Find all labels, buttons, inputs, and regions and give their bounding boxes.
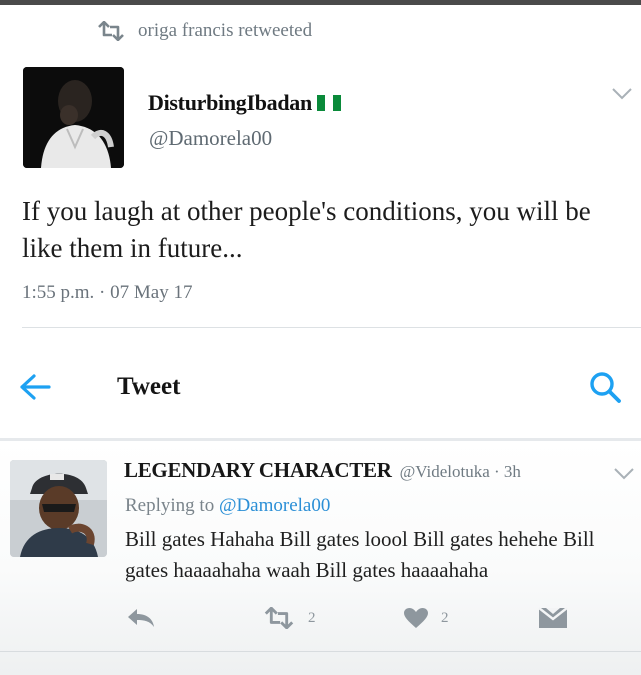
nigeria-flag-icon xyxy=(316,95,341,111)
page-title: Tweet xyxy=(117,373,181,400)
replying-to: Replying to @Damorela00 xyxy=(125,495,331,516)
tweet-author-handle[interactable]: @Damorela00 xyxy=(149,126,272,151)
avatar-photo xyxy=(23,67,124,168)
chevron-down-icon[interactable] xyxy=(611,86,633,102)
chevron-down-icon[interactable] xyxy=(613,466,635,482)
reply-icon xyxy=(128,609,154,627)
retweet-label: origa francis retweeted xyxy=(138,20,313,41)
tweet-author-name[interactable]: DisturbingIbadan xyxy=(148,90,341,116)
avatar-photo xyxy=(10,460,107,557)
retweet-button[interactable]: 2 xyxy=(262,607,316,629)
reply-button[interactable] xyxy=(126,607,156,629)
like-button[interactable]: 2 xyxy=(403,607,449,629)
status-bar xyxy=(0,0,641,5)
reply-header: LEGENDARY CHARACTER @Videlotuka · 3h xyxy=(124,458,521,483)
tweet-actions: 2 2 xyxy=(0,601,641,641)
retweet-context: origa francis retweeted xyxy=(96,18,312,44)
tweet-nav-bar: Tweet xyxy=(0,350,641,430)
heart-icon xyxy=(404,608,428,628)
reply-text: Bill gates Hahaha Bill gates loool Bill … xyxy=(125,527,595,582)
envelope-icon xyxy=(538,607,568,628)
reply-author-name[interactable]: LEGENDARY CHARACTER xyxy=(124,458,392,483)
mention-link[interactable]: @Damorela00 xyxy=(219,495,330,516)
like-count: 2 xyxy=(441,609,449,626)
tweet-timestamp: 1:55 p.m. · 07 May 17 xyxy=(22,282,193,303)
tweet-text: If you laugh at other people's condition… xyxy=(22,196,591,263)
retweet-icon xyxy=(98,21,124,41)
reply-author-handle[interactable]: @Videlotuka · 3h xyxy=(400,462,521,482)
avatar[interactable] xyxy=(10,460,107,557)
back-arrow-icon[interactable] xyxy=(18,372,52,402)
avatar[interactable] xyxy=(23,67,124,168)
retweet-count: 2 xyxy=(308,609,316,626)
divider xyxy=(22,327,641,328)
retweet-icon xyxy=(264,607,294,629)
direct-message-button[interactable] xyxy=(538,607,568,629)
divider xyxy=(0,651,641,652)
search-icon[interactable] xyxy=(588,370,622,404)
reply-tweet[interactable]: LEGENDARY CHARACTER @Videlotuka · 3h Rep… xyxy=(0,441,641,675)
